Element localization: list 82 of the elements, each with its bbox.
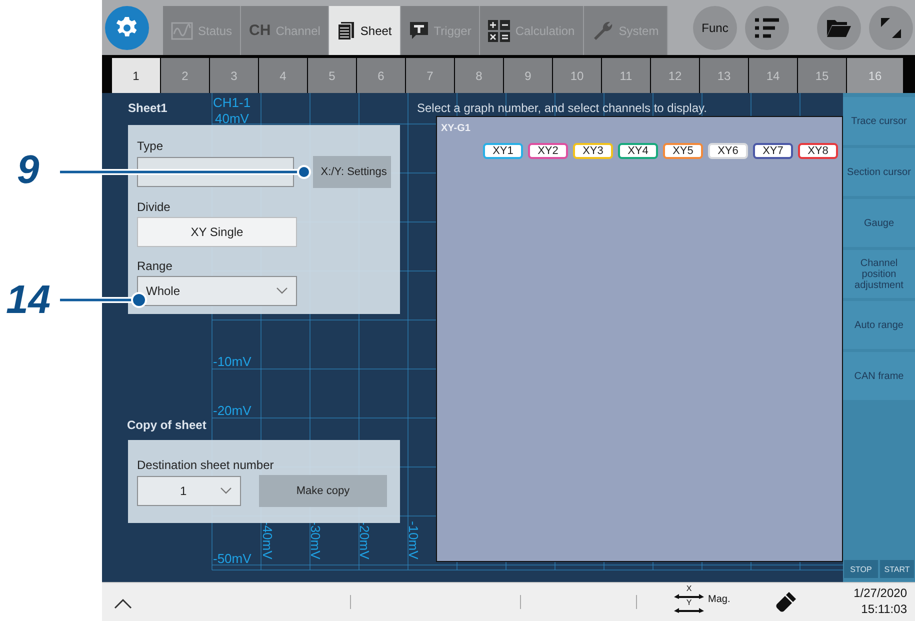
chevron-down-icon: [220, 487, 232, 495]
axis-label: -10mV: [406, 521, 420, 560]
axis-label: 40mV: [215, 112, 249, 126]
page-number-tab[interactable]: 4: [259, 58, 307, 93]
caret-up-icon[interactable]: [114, 599, 132, 609]
channel-chip[interactable]: XY8: [798, 143, 838, 159]
waveform-icon: [171, 22, 193, 40]
start-button[interactable]: START: [880, 560, 914, 578]
page-number-tab[interactable]: 16: [847, 58, 903, 93]
side-menu-item[interactable]: Gauge: [843, 199, 915, 247]
callout-number: 9: [17, 150, 40, 190]
field-label: Divide: [137, 200, 172, 214]
hint-text: Select a graph number, and select channels to display.: [416, 100, 708, 116]
calculator-icon: [488, 20, 510, 42]
list-icon: [754, 16, 780, 38]
axis-label: -20mV: [357, 521, 371, 560]
status-date: 1/27/2020: [854, 585, 907, 601]
page-number-tab[interactable]: 9: [504, 58, 552, 93]
speech-bubble-icon: [408, 21, 429, 40]
page-number-tab[interactable]: 6: [357, 58, 405, 93]
channel-chip[interactable]: XY4: [618, 143, 658, 159]
usb-drive-icon: [775, 591, 797, 613]
divide-button[interactable]: XY Single: [137, 217, 297, 247]
axis-label: -50mV: [213, 552, 252, 566]
stop-button[interactable]: STOP: [844, 560, 878, 578]
page-number-tab[interactable]: 1: [112, 58, 160, 93]
axis-label: -30mV: [308, 521, 322, 560]
double-arrow-icon: [674, 607, 704, 613]
callout-number: 14: [6, 280, 50, 320]
field-label: Type: [137, 139, 164, 153]
channel-chip[interactable]: XY6: [708, 143, 748, 159]
func-button[interactable]: Func: [693, 6, 737, 50]
page-number-tab[interactable]: 12: [651, 58, 699, 93]
field-label: Destination sheet number: [137, 458, 275, 472]
axis-label: -10mV: [213, 355, 252, 369]
page-number-tab[interactable]: 15: [798, 58, 846, 93]
section-title: Copy of sheet: [127, 418, 206, 434]
side-menu-item[interactable]: Channel position adjustment: [843, 250, 915, 298]
page-number-tab[interactable]: 14: [749, 58, 797, 93]
channel-label: CH1-1: [213, 96, 251, 110]
page-number-tab[interactable]: 11: [602, 58, 650, 93]
page-number-tab[interactable]: 5: [308, 58, 356, 93]
page-number-tab[interactable]: 13: [700, 58, 748, 93]
channel-chip[interactable]: XY7: [753, 143, 793, 159]
expand-button[interactable]: [869, 6, 913, 50]
channel-chip[interactable]: XY5: [663, 143, 703, 159]
page-number-tab[interactable]: 7: [406, 58, 454, 93]
destination-dropdown[interactable]: 1: [137, 476, 241, 506]
field-label: Range: [137, 259, 174, 273]
wrench-icon: [592, 20, 614, 42]
side-menu-item[interactable]: CAN frame: [843, 352, 915, 400]
diagonal-arrows-icon: [880, 16, 902, 38]
page-number-tab[interactable]: 2: [161, 58, 209, 93]
page-number-tab[interactable]: 10: [553, 58, 601, 93]
page-number-tab[interactable]: 8: [455, 58, 503, 93]
channel-chip[interactable]: XY2: [528, 143, 568, 159]
axis-label: -20mV: [213, 404, 252, 418]
axis-label: -40mV: [260, 521, 274, 560]
double-arrow-icon: [674, 593, 704, 599]
range-dropdown[interactable]: Whole: [137, 276, 297, 306]
channel-chip[interactable]: XY1: [483, 143, 523, 159]
side-menu-item[interactable]: Auto range: [843, 301, 915, 349]
side-menu-item[interactable]: Trace cursor: [843, 97, 915, 145]
folder-button[interactable]: [817, 6, 861, 50]
menu-button[interactable]: [745, 6, 789, 50]
channel-chip[interactable]: XY3: [573, 143, 613, 159]
graph-title: XY-G1: [441, 123, 472, 134]
settings-button[interactable]: X:/Y: Settings: [312, 156, 391, 188]
toolbar-tab[interactable]: Sheet: [329, 6, 401, 55]
pages-icon: [337, 20, 356, 40]
axis-letter: Y: [686, 599, 692, 607]
axis-letter: X: [686, 585, 692, 593]
chevron-down-icon: [276, 287, 288, 295]
page-number-tab[interactable]: 3: [210, 58, 258, 93]
settings-icon: [115, 16, 139, 40]
settings-button[interactable]: [105, 6, 149, 50]
status-time: 15:11:03: [861, 601, 907, 617]
side-menu-item[interactable]: Section cursor: [843, 148, 915, 196]
make-copy-button[interactable]: Make copy: [259, 475, 387, 507]
section-title: Sheet1: [128, 101, 168, 117]
folder-icon: [826, 18, 852, 38]
mag-label: Mag.: [708, 594, 730, 604]
